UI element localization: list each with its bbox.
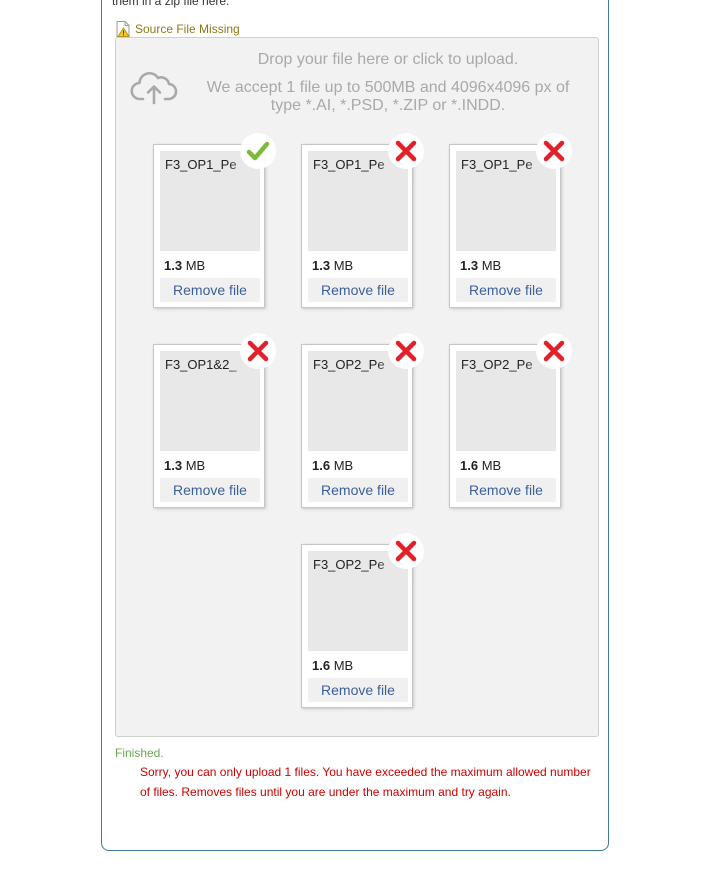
remove-file-button[interactable]: Remove file bbox=[308, 678, 408, 702]
remove-file-button[interactable]: Remove file bbox=[308, 278, 408, 302]
intro-text: them in a zip file here. bbox=[112, 0, 230, 8]
remove-file-button[interactable]: Remove file bbox=[456, 478, 556, 502]
file-name: F3_OP2_Pe bbox=[313, 557, 385, 572]
x-icon bbox=[395, 340, 417, 362]
success-badge bbox=[240, 133, 276, 169]
file-size: 1.6 MB bbox=[460, 458, 502, 473]
x-icon bbox=[543, 340, 565, 362]
x-icon bbox=[247, 340, 269, 362]
file-name: F3_OP2_Pe bbox=[461, 357, 533, 372]
file-size: 1.3 MB bbox=[312, 258, 354, 273]
file-size: 1.6 MB bbox=[312, 658, 354, 673]
file-card: F3_OP2_Pe 1.6 MB Remove file bbox=[301, 533, 424, 708]
error-badge bbox=[536, 333, 572, 369]
checkmark-icon bbox=[246, 141, 270, 161]
dropzone-title: Drop your file here or click to upload. bbox=[257, 51, 519, 68]
error-badge bbox=[388, 333, 424, 369]
file-card: F3_OP1_Pe 1.3 MB Remove file bbox=[153, 133, 276, 308]
x-icon bbox=[395, 540, 417, 562]
dropzone-subtitle: We accept 1 file up to 500MB and 4096x40… bbox=[206, 79, 570, 114]
remove-file-button[interactable]: Remove file bbox=[456, 278, 556, 302]
remove-file-button[interactable]: Remove file bbox=[160, 278, 260, 302]
file-size: 1.3 MB bbox=[164, 458, 206, 473]
file-card: F3_OP2_Pe 1.6 MB Remove file bbox=[449, 333, 572, 508]
remove-file-button[interactable]: Remove file bbox=[160, 478, 260, 502]
dropzone[interactable]: Drop your file here or click to upload. … bbox=[115, 37, 599, 737]
file-size: 1.3 MB bbox=[460, 258, 502, 273]
finished-label: Finished. bbox=[115, 746, 164, 760]
error-badge bbox=[388, 533, 424, 569]
warning-document-icon bbox=[116, 21, 131, 37]
cloud-upload-icon bbox=[130, 70, 178, 106]
source-file-missing-label: Source File Missing bbox=[135, 22, 240, 36]
file-size: 1.3 MB bbox=[164, 258, 206, 273]
file-size: 1.6 MB bbox=[312, 458, 354, 473]
source-file-missing-row: Source File Missing bbox=[116, 20, 240, 38]
x-icon bbox=[543, 140, 565, 162]
error-badge bbox=[240, 333, 276, 369]
error-message: Sorry, you can only upload 1 files. You … bbox=[140, 765, 591, 799]
file-name: F3_OP1_Pe bbox=[165, 157, 237, 172]
file-card: F3_OP2_Pe 1.6 MB Remove file bbox=[301, 333, 424, 508]
file-card: F3_OP1&2_ 1.3 MB Remove file bbox=[153, 333, 276, 508]
file-card: F3_OP1_Pe 1.3 MB Remove file bbox=[301, 133, 424, 308]
file-name: F3_OP1&2_ bbox=[165, 357, 237, 372]
file-card: F3_OP1_Pe 1.3 MB Remove file bbox=[449, 133, 572, 308]
file-name: F3_OP1_Pe bbox=[313, 157, 385, 172]
remove-file-button[interactable]: Remove file bbox=[308, 478, 408, 502]
file-name: F3_OP2_Pe bbox=[313, 357, 385, 372]
file-name: F3_OP1_Pe bbox=[461, 157, 533, 172]
x-icon bbox=[395, 140, 417, 162]
error-badge bbox=[388, 133, 424, 169]
error-badge bbox=[536, 133, 572, 169]
